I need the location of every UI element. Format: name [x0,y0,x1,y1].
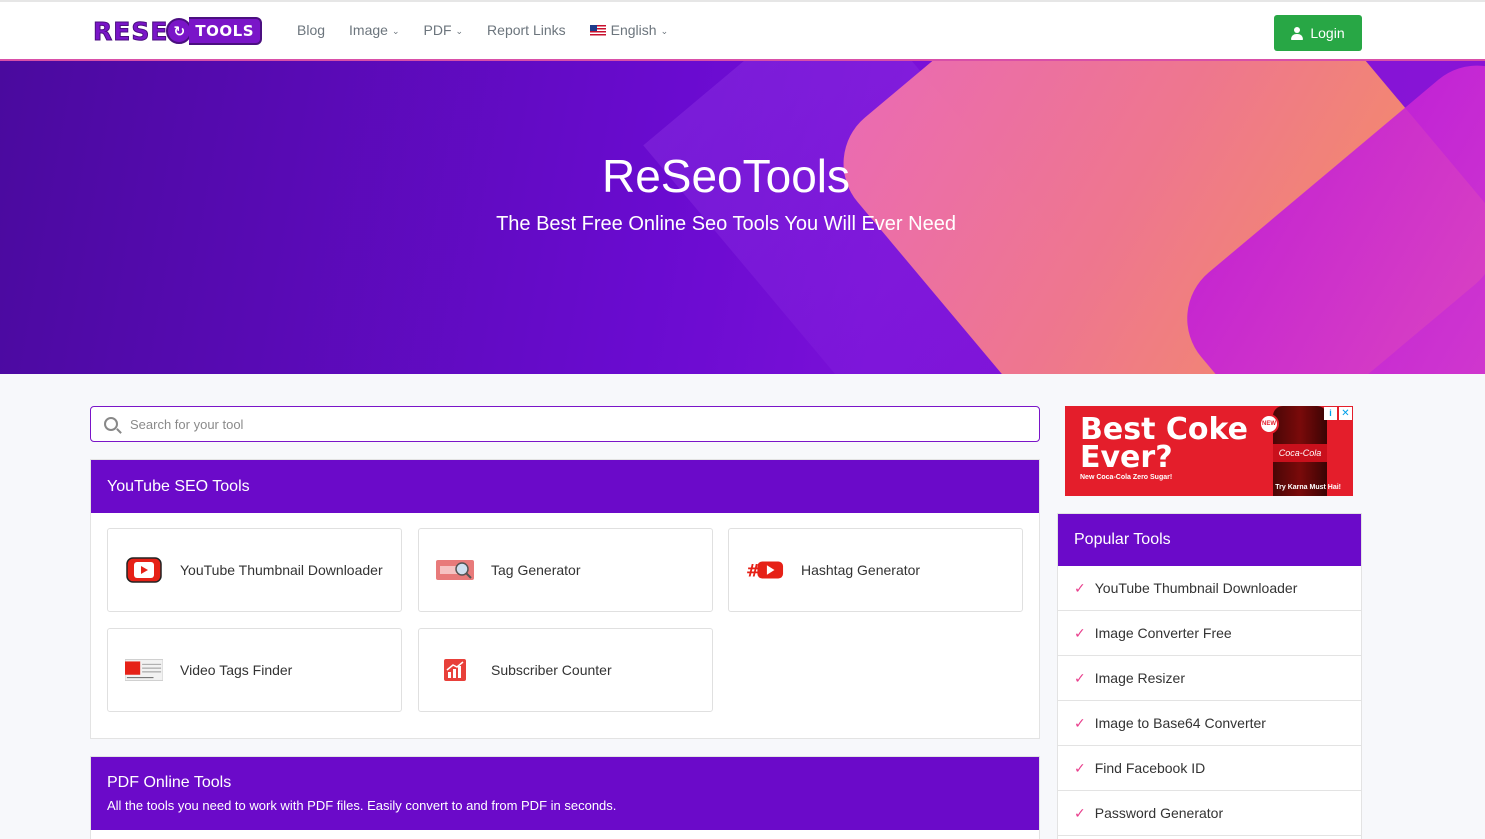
section-header: PDF Online Tools All the tools you need … [91,757,1039,830]
popular-tool-label: Password Generator [1094,805,1224,821]
hero-title: ReSeoTools [601,150,851,202]
popular-tool-label: Image Resizer [1094,670,1185,686]
ad-headline-line2: Ever? [1080,440,1173,475]
us-flag-icon [589,24,606,36]
youtube-play-icon [125,556,163,584]
tool-label: Tag Generator [491,562,581,578]
nav-item-label: PDF [423,22,452,38]
popular-tool-item[interactable]: ✓ Image to Base64 Converter [1058,701,1361,746]
section-title: PDF Online Tools [107,774,232,791]
popular-tool-item[interactable]: ✓ Find Facebook ID [1058,746,1361,791]
user-icon [1291,26,1304,40]
main-nav: Blog Image ⌄ PDF ⌄ Report Links English … [297,22,692,38]
site-logo[interactable]: RESE ↻ TOOLS [92,15,263,47]
chevron-down-icon: ⌄ [455,25,464,36]
nav-item-report-links[interactable]: Report Links [487,22,566,38]
search-icon [104,417,118,431]
tool-card-video-tags-finder[interactable]: Video Tags Finder [107,628,402,712]
tool-label: YouTube Thumbnail Downloader [180,562,383,578]
section-description: All the tools you need to work with PDF … [107,798,617,813]
tool-card-youtube-thumbnail-downloader[interactable]: YouTube Thumbnail Downloader [107,528,402,612]
login-button[interactable]: Login [1274,15,1362,51]
hashtag-youtube-icon: # [746,556,784,584]
hero-banner: ReSeoTools The Best Free Online Seo Tool… [0,61,1485,374]
check-icon: ✓ [1074,714,1086,731]
ad-tagline: Try Karna Must Hai! [1275,484,1341,491]
popular-tools-title: Popular Tools [1058,514,1361,566]
check-icon: ✓ [1074,624,1086,641]
tool-card-tag-generator[interactable]: Tag Generator [418,528,713,612]
tool-search-bar [90,406,1040,442]
nav-item-label: Image [349,22,388,38]
popular-tool-item[interactable]: ✓ YouTube Thumbnail Downloader [1058,566,1361,611]
tool-label: Video Tags Finder [180,662,293,678]
ad-headline: Best Coke Ever? [1080,415,1248,475]
tool-label: Hashtag Generator [801,562,921,578]
tool-card-subscriber-counter[interactable]: Subscriber Counter [418,628,713,712]
chevron-down-icon: ⌄ [391,25,400,36]
bottle-label: Coca-Cola [1273,444,1327,462]
popular-tool-label: Image Converter Free [1094,625,1232,641]
nav-item-label: Blog [297,22,326,38]
section-title: YouTube SEO Tools [91,460,1039,513]
pdf-online-tools-section: PDF Online Tools All the tools you need … [90,756,1040,839]
logo-text-left: RESE [92,16,169,46]
language-selector[interactable]: English ⌄ [589,22,669,38]
advertisement-banner[interactable]: Best Coke Ever? New Coca-Cola Zero Sugar… [1065,406,1353,496]
popular-tools-panel: Popular Tools ✓ YouTube Thumbnail Downloa… [1057,513,1362,839]
ad-subline: New Coca-Cola Zero Sugar! [1080,474,1173,481]
chart-icon [436,656,474,684]
new-badge: NEW [1259,414,1279,434]
popular-tool-item[interactable]: ✓ Image Resizer [1058,656,1361,701]
ad-info-icon[interactable]: i [1324,407,1337,420]
check-icon: ✓ [1074,804,1086,821]
chevron-down-icon: ⌄ [660,25,669,36]
check-icon: ✓ [1074,759,1086,776]
search-input[interactable] [130,416,930,432]
check-icon: ✓ [1074,669,1086,686]
tool-label: Subscriber Counter [491,662,612,678]
popular-tool-label: Find Facebook ID [1094,760,1206,776]
hero-subtitle: The Best Free Online Seo Tools You Will … [496,213,956,235]
nav-item-label: Report Links [487,22,566,38]
nav-item-blog[interactable]: Blog [297,22,325,38]
nav-item-pdf[interactable]: PDF ⌄ [424,22,464,38]
check-icon: ✓ [1074,579,1086,596]
popular-tool-label: YouTube Thumbnail Downloader [1094,580,1298,596]
logo-text-right: TOOLS [189,17,263,45]
popular-tool-label: Image to Base64 Converter [1094,715,1266,731]
youtube-seo-tools-section: YouTube SEO Tools YouTube Thumbnail Down… [90,459,1040,739]
tag-search-icon [436,556,474,584]
nav-item-image[interactable]: Image ⌄ [349,22,399,38]
tool-card-hashtag-generator[interactable]: # Hashtag Generator [728,528,1023,612]
login-label: Login [1310,25,1345,41]
top-navbar: RESE ↻ TOOLS Blog Image ⌄ PDF ⌄ Report L… [0,0,1485,61]
ad-close-icon[interactable]: ✕ [1339,407,1352,420]
language-label: English [610,22,657,38]
popular-tool-item[interactable]: ✓ Password Generator [1058,791,1361,836]
video-tags-icon [125,656,163,684]
popular-tool-item[interactable]: ✓ Image Converter Free [1058,611,1361,656]
